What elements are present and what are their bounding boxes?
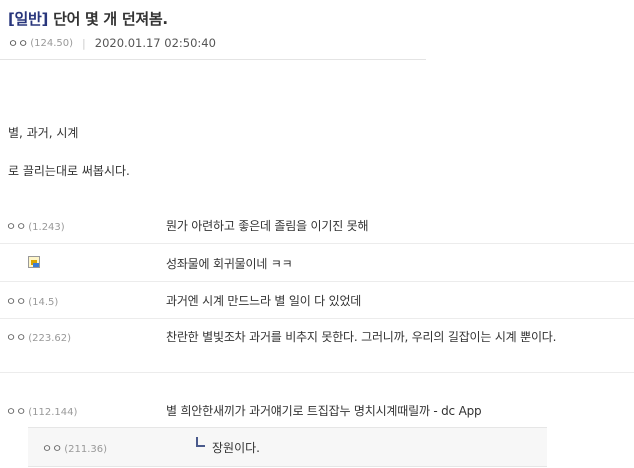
- comment-divider: [0, 281, 634, 282]
- comment-text: 찬란한 별빛조차 과거를 비추지 못한다. 그러니까, 우리의 길잡이는 시계 …: [166, 330, 557, 344]
- post-writer-nick[interactable]: ㅇㅇ: [8, 35, 28, 51]
- reply-nick[interactable]: ㅇㅇ: [42, 442, 62, 455]
- reply-ip: (211.36): [64, 444, 108, 455]
- post-title-text: 단어 몇 개 던져봄.: [53, 10, 168, 28]
- comment-text: 과거엔 시계 만드느라 별 일이 다 있었데: [166, 294, 362, 308]
- comment-text: 뭔가 아련하고 좋은데 졸림을 이기진 못해: [166, 219, 369, 233]
- post-title: [일반] 단어 몇 개 던져봄.: [8, 8, 168, 29]
- reply-writer[interactable]: ㅇㅇ (211.36): [42, 440, 107, 456]
- meta-divider: |: [82, 36, 86, 50]
- comment-divider: [0, 243, 634, 244]
- post-date: 2020.01.17 02:50:40: [94, 36, 216, 50]
- comment-ip: (223.62): [28, 333, 72, 344]
- fixed-nick-icon: [28, 256, 40, 268]
- post-body-line: 로 끌리는대로 써봅시다.: [8, 164, 130, 178]
- reply-text: 장원이다.: [212, 441, 260, 455]
- comment-writer[interactable]: ㅇㅇ (14.5): [6, 293, 58, 309]
- post-body-line: 별, 과거, 시계: [8, 126, 79, 140]
- comment-text: 성좌물에 회귀물이네 ㅋㅋ: [166, 257, 293, 271]
- post-writer-ip: (124.50): [30, 37, 74, 49]
- comment-ip: (1.243): [28, 222, 65, 233]
- header-divider: [0, 59, 426, 60]
- comment-nick[interactable]: ㅇㅇ: [6, 331, 26, 344]
- comment-divider: [0, 318, 634, 319]
- comment-ip: (112.144): [28, 407, 78, 418]
- comment-ip: (14.5): [28, 297, 59, 308]
- comment-nick[interactable]: ㅇㅇ: [6, 405, 26, 418]
- comment-nick[interactable]: ㅇㅇ: [6, 220, 26, 233]
- comment-nick[interactable]: ㅇㅇ: [6, 295, 26, 308]
- comment-writer[interactable]: ㅇㅇ (112.144): [6, 403, 77, 419]
- post-meta: ㅇㅇ (124.50) | 2020.01.17 02:50:40: [8, 35, 216, 51]
- comment-divider: [0, 372, 634, 373]
- comment-writer[interactable]: ㅇㅇ (1.243): [6, 218, 65, 234]
- reply-comment: ㅇㅇ (211.36) 장원이다.: [28, 427, 547, 467]
- comment-writer[interactable]: ㅇㅇ (223.62): [6, 329, 71, 345]
- post-head-tag: [일반]: [8, 10, 49, 28]
- comment-text: 별 희안한새끼가 과거얘기로 트집잡누 명치시계때릴까 - dc App: [166, 404, 482, 418]
- reply-arrow-icon: [196, 437, 205, 447]
